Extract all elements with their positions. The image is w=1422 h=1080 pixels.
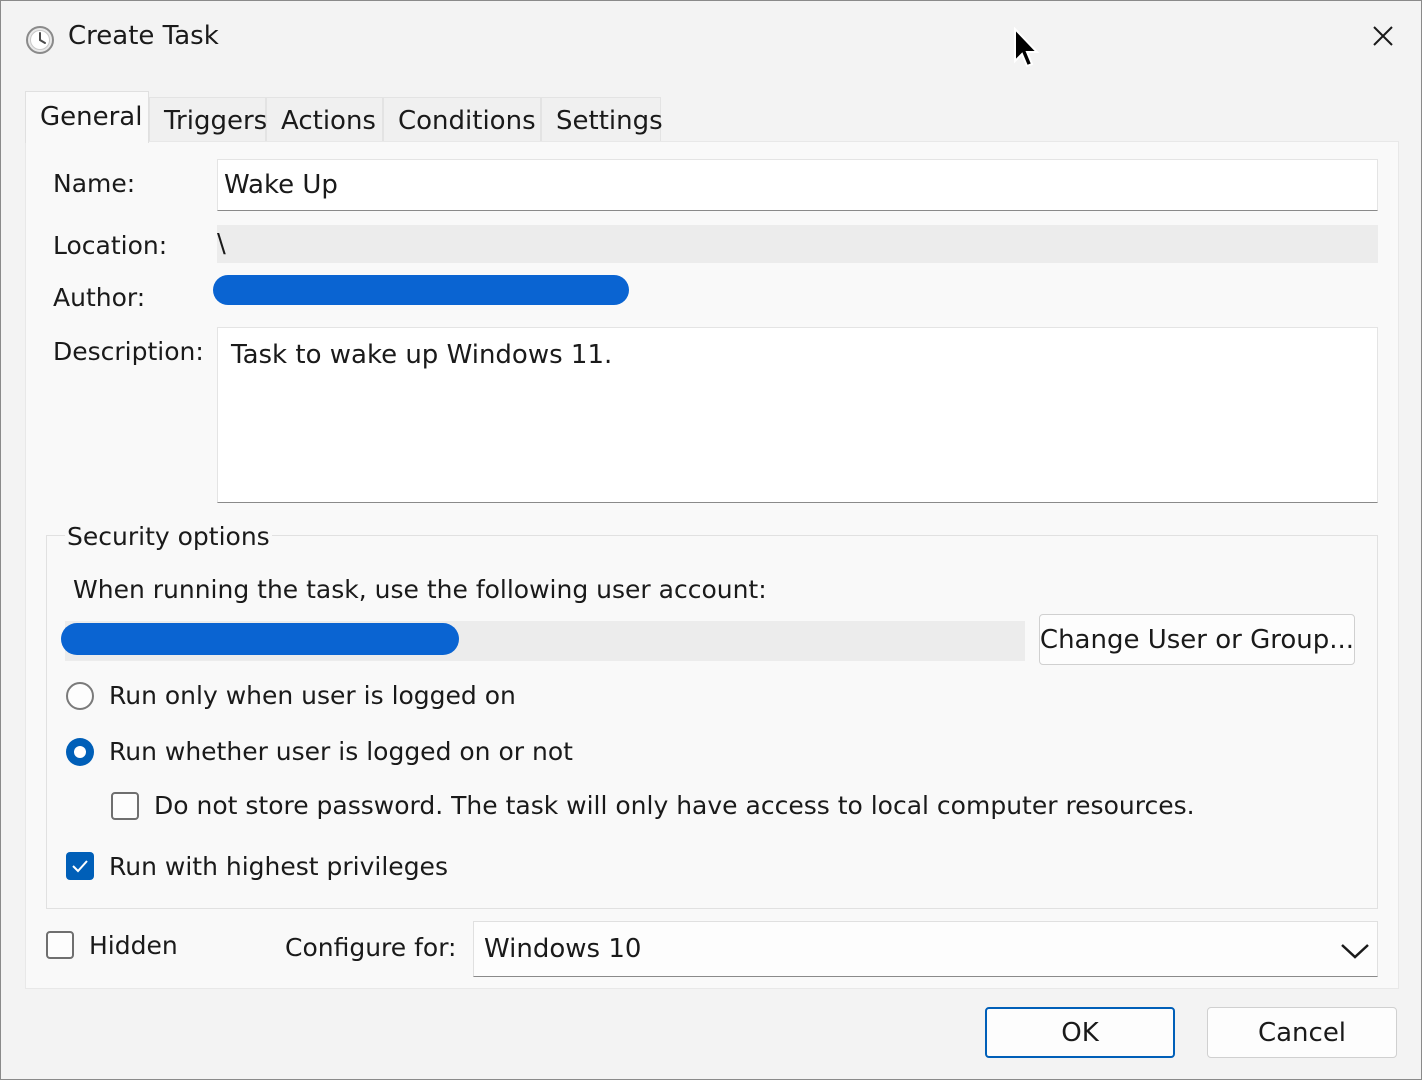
checkmark-icon (72, 860, 88, 873)
run-whether-label[interactable]: Run whether user is logged on or not (109, 737, 573, 766)
name-label: Name: (53, 169, 136, 198)
close-button[interactable] (1357, 13, 1409, 59)
create-task-dialog: Create Task General Triggers Actions Con… (0, 0, 1422, 1080)
configure-for-select[interactable]: Windows 10 (473, 921, 1378, 977)
hidden-label[interactable]: Hidden (89, 931, 178, 960)
description-field[interactable]: Task to wake up Windows 11. (217, 327, 1378, 503)
run-logged-on-label[interactable]: Run only when user is logged on (109, 681, 516, 710)
configure-for-value: Windows 10 (484, 934, 642, 964)
clock-icon (26, 26, 54, 54)
tab-conditions[interactable]: Conditions (383, 97, 541, 141)
close-icon (1373, 26, 1393, 46)
run-logged-on-radio[interactable] (66, 682, 94, 710)
tab-triggers[interactable]: Triggers (149, 97, 267, 141)
mouse-cursor-icon (1014, 27, 1040, 68)
name-field[interactable]: Wake Up (217, 159, 1378, 211)
tab-general[interactable]: General (25, 91, 149, 143)
cancel-button[interactable]: Cancel (1207, 1007, 1397, 1058)
chevron-down-icon (1341, 944, 1369, 959)
author-label: Author: (53, 283, 146, 312)
window-title: Create Task (68, 21, 219, 51)
user-account-redaction (61, 623, 459, 655)
description-label: Description: (53, 337, 204, 366)
tab-actions[interactable]: Actions (266, 97, 383, 141)
title-bar: Create Task (1, 1, 1421, 77)
run-whether-radio[interactable] (66, 738, 94, 766)
do-not-store-password-checkbox[interactable] (111, 792, 139, 820)
ok-button[interactable]: OK (985, 1007, 1175, 1058)
highest-privileges-checkbox[interactable] (66, 852, 94, 880)
location-value: \ (217, 229, 226, 259)
name-value: Wake Up (224, 170, 338, 200)
do-not-store-password-label[interactable]: Do not store password. The task will onl… (154, 791, 1195, 820)
location-field (217, 225, 1378, 263)
security-options-title: Security options (65, 522, 272, 551)
account-prompt: When running the task, use the following… (73, 575, 767, 604)
change-user-button[interactable]: Change User or Group... (1039, 614, 1355, 665)
highest-privileges-label[interactable]: Run with highest privileges (109, 852, 448, 881)
author-redaction (213, 275, 629, 305)
description-value: Task to wake up Windows 11. (231, 340, 613, 370)
configure-for-label: Configure for: (285, 933, 457, 962)
hidden-checkbox[interactable] (46, 931, 74, 959)
tab-settings[interactable]: Settings (541, 97, 663, 141)
location-label: Location: (53, 231, 168, 260)
